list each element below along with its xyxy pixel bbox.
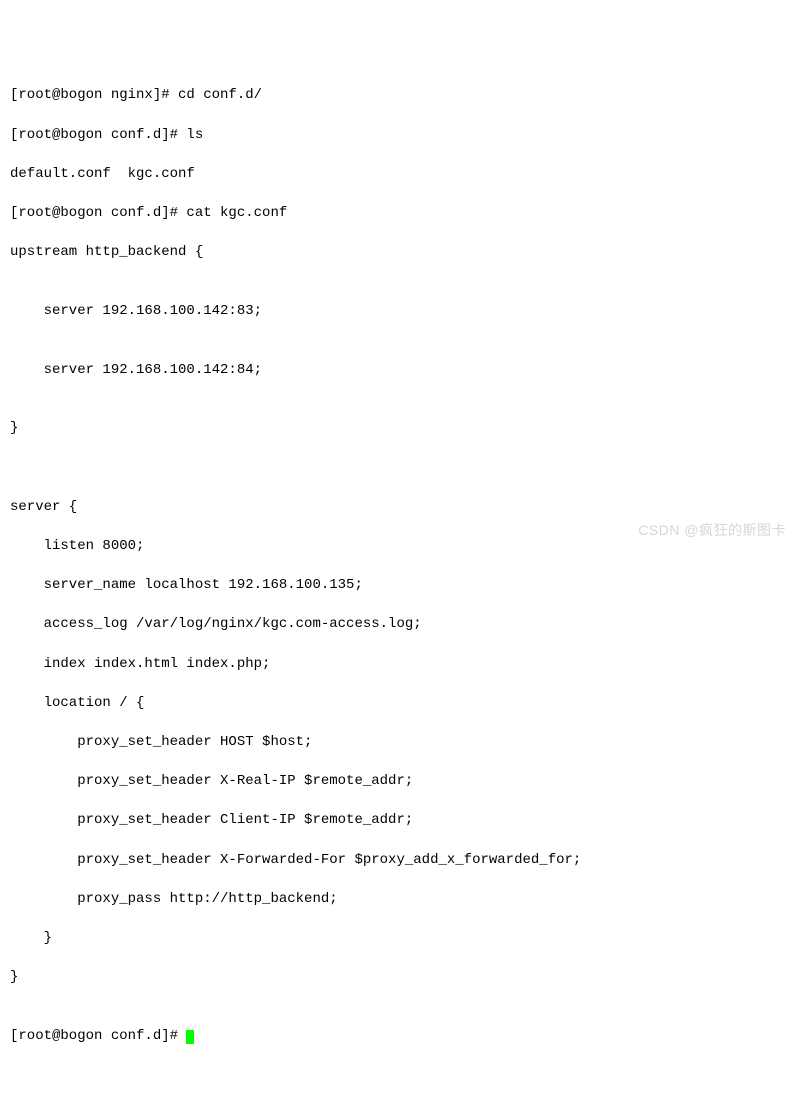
terminal-output-line: [root@bogon conf.d]# cat kgc.conf [10,204,790,224]
terminal-prompt-line[interactable]: [root@bogon conf.d]# [10,1027,790,1047]
terminal-output-line: proxy_set_header X-Real-IP $remote_addr; [10,772,790,792]
terminal-output-line: proxy_set_header HOST $host; [10,733,790,753]
cursor-icon [186,1030,194,1044]
terminal-output-line: server_name localhost 192.168.100.135; [10,576,790,596]
terminal-output-line: server 192.168.100.142:84; [10,361,790,381]
terminal-output-line: default.conf kgc.conf [10,165,790,185]
terminal-output-line: } [10,968,790,988]
terminal-prompt: [root@bogon conf.d]# [10,1028,186,1044]
terminal-output-line: [root@bogon nginx]# cd conf.d/ [10,86,790,106]
terminal-output-line: listen 8000; [10,537,790,557]
terminal-output-line: [root@bogon conf.d]# ls [10,126,790,146]
terminal-output-line: server { [10,498,790,518]
terminal-output-line: proxy_pass http://http_backend; [10,890,790,910]
terminal-output-line: server 192.168.100.142:83; [10,302,790,322]
terminal-output-line: proxy_set_header Client-IP $remote_addr; [10,811,790,831]
terminal-output-line: upstream http_backend { [10,243,790,263]
terminal-output-line: } [10,419,790,439]
terminal-output-line: } [10,929,790,949]
terminal-output-line: index index.html index.php; [10,655,790,675]
terminal-output-line: proxy_set_header X-Forwarded-For $proxy_… [10,851,790,871]
terminal-output-line: location / { [10,694,790,714]
terminal-output-line: access_log /var/log/nginx/kgc.com-access… [10,615,790,635]
